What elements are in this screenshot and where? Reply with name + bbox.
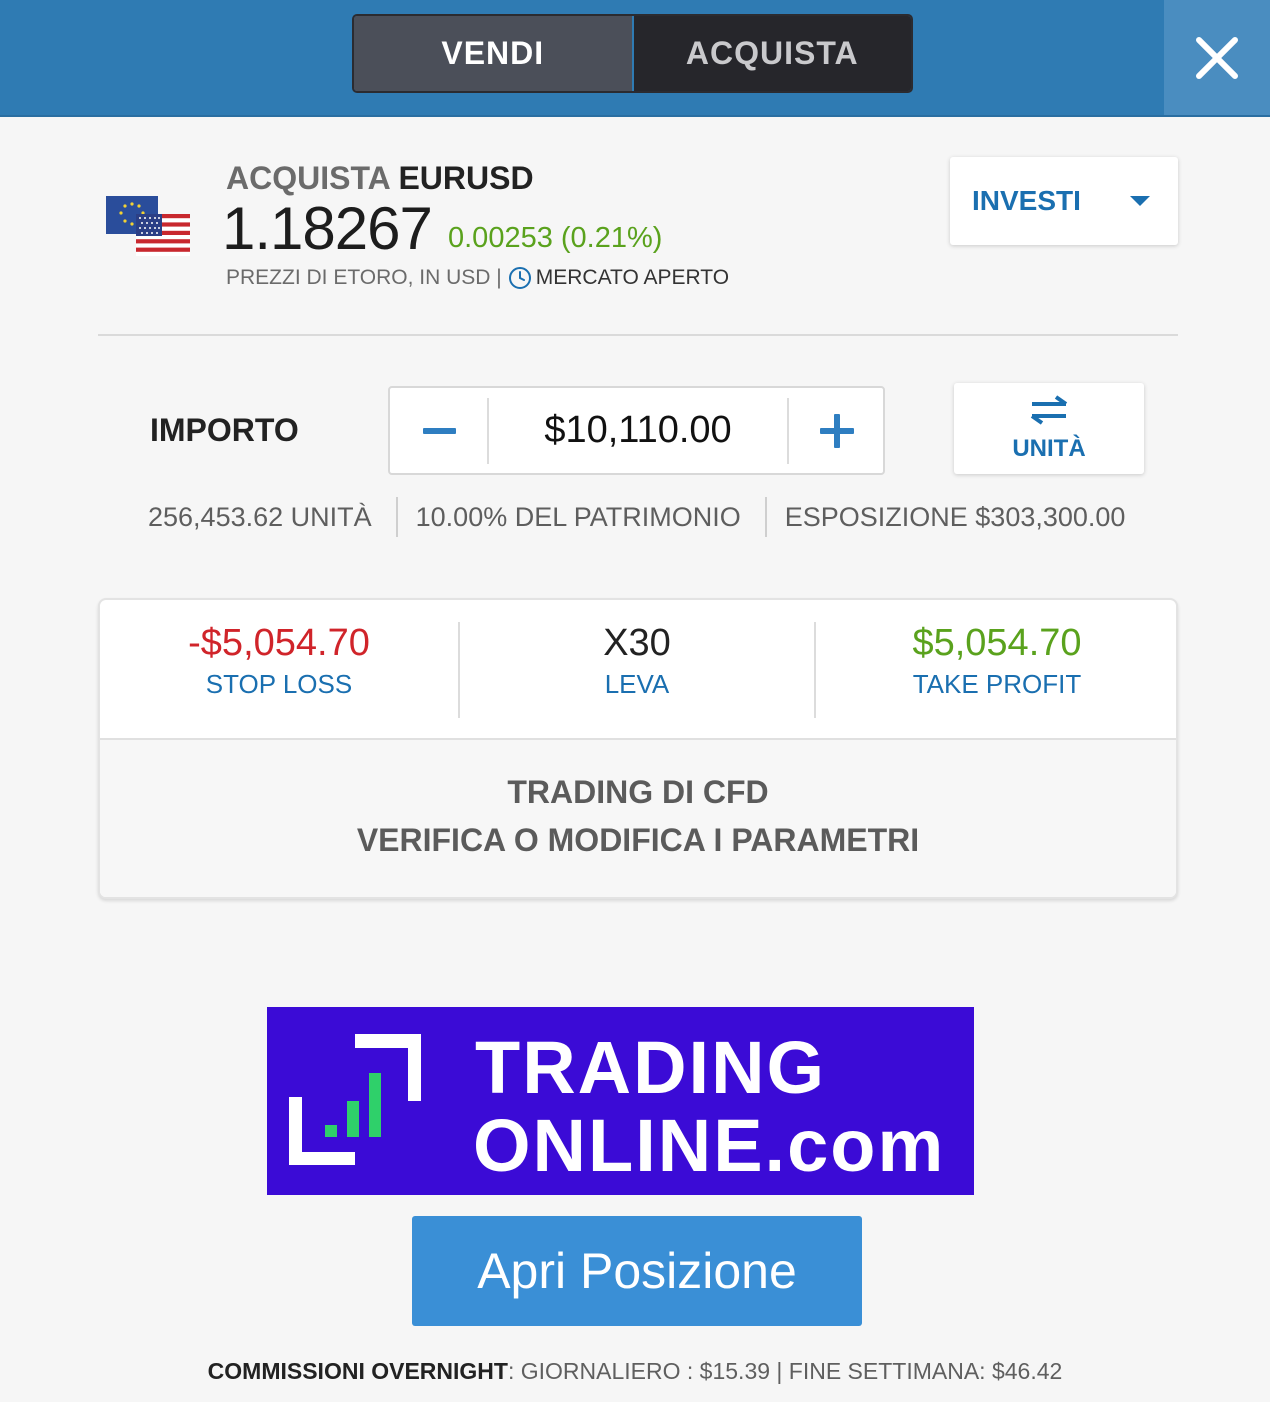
fees-title: COMMISSIONI OVERNIGHT: [207, 1358, 508, 1384]
tab-sell[interactable]: VENDI: [354, 16, 634, 91]
plus-icon: [820, 413, 854, 448]
fees-details: : GIORNALIERO : $15.39 | FINE SETTIMANA:…: [507, 1358, 1063, 1384]
trading-online-logo: TRADING ONLINE.com: [267, 1007, 974, 1195]
cfd-title: TRADING DI CFD: [507, 774, 769, 810]
minus-icon: [422, 427, 456, 434]
order-mode-label: INVESTI: [972, 185, 1081, 216]
units-stat: 256,453.62 UNITÀ: [148, 501, 372, 532]
order-mode-dropdown[interactable]: INVESTI: [950, 157, 1178, 245]
cfd-subtitle: VERIFICA O MODIFICA I PARAMETRI: [356, 822, 920, 858]
logo-text-line1: TRADING: [475, 1026, 827, 1109]
price-change: 0.00253 (0.21%): [448, 222, 663, 254]
open-position-button[interactable]: Apri Posizione: [412, 1216, 862, 1326]
stop-loss-value: -$5,054.70: [188, 622, 370, 664]
tab-buy[interactable]: ACQUISTA: [633, 16, 911, 91]
leverage-label: LEVA: [604, 669, 670, 699]
header-bar: VENDI ACQUISTA: [0, 0, 1270, 117]
eu-us-flag-icon: [106, 196, 190, 256]
side-toggle: VENDI ACQUISTA: [352, 14, 913, 93]
price-meta: PREZZI DI ETORO, IN USD | MERCATO APERTO: [226, 266, 729, 290]
swap-arrows-icon: [1030, 395, 1068, 425]
instrument-symbol: EURUSD: [398, 160, 534, 196]
units-toggle-label: UNITÀ: [1012, 435, 1086, 462]
caret-down-icon: [1130, 196, 1150, 206]
exposure-stat: ESPOSIZIONE $303,300.00: [784, 501, 1126, 532]
stat-divider: [764, 497, 767, 537]
units-toggle-button[interactable]: UNITÀ: [954, 383, 1144, 474]
close-icon: [1196, 36, 1238, 79]
equity-stat: 10.00% DEL PATRIMONIO: [415, 501, 741, 532]
amount-label: IMPORTO: [150, 412, 299, 448]
instrument-title: ACQUISTA EURUSD: [226, 160, 534, 197]
bar-chart-logo-icon: [289, 1034, 421, 1165]
take-profit-label: TAKE PROFIT: [912, 669, 1082, 699]
stop-loss-cell[interactable]: -$5,054.70 STOP LOSS: [100, 622, 458, 722]
stat-divider: [395, 497, 398, 537]
clock-icon: [508, 267, 531, 289]
instrument-price: 1.18267: [222, 195, 433, 262]
take-profit-cell[interactable]: $5,054.70 TAKE PROFIT: [816, 622, 1176, 722]
cfd-review-link[interactable]: TRADING DI CFD VERIFICA O MODIFICA I PAR…: [100, 740, 1176, 897]
stop-loss-label: STOP LOSS: [205, 669, 353, 699]
increase-button[interactable]: [789, 388, 885, 473]
leverage-value: X30: [603, 622, 671, 664]
section-divider: [98, 334, 1178, 336]
amount-stepper: $10,110.00: [388, 386, 885, 475]
decrease-button[interactable]: [390, 388, 488, 473]
close-button[interactable]: [1164, 0, 1270, 115]
take-profit-value: $5,054.70: [912, 622, 1082, 664]
leverage-cell[interactable]: X30 LEVA: [460, 622, 814, 722]
action-label: ACQUISTA: [226, 160, 390, 196]
trade-params-card: -$5,054.70 STOP LOSS X30 LEVA $5,054.70 …: [98, 598, 1178, 899]
prices-note: PREZZI DI ETORO, IN USD |: [226, 266, 502, 289]
amount-input[interactable]: $10,110.00: [489, 388, 787, 473]
overnight-fees: COMMISSIONI OVERNIGHT: GIORNALIERO : $15…: [0, 1358, 1270, 1385]
logo-text-line2: ONLINE.com: [473, 1104, 946, 1187]
amount-stats: 256,453.62 UNITÀ 10.00% DEL PATRIMONIO E…: [148, 496, 1125, 538]
market-status: MERCATO APERTO: [535, 266, 730, 289]
